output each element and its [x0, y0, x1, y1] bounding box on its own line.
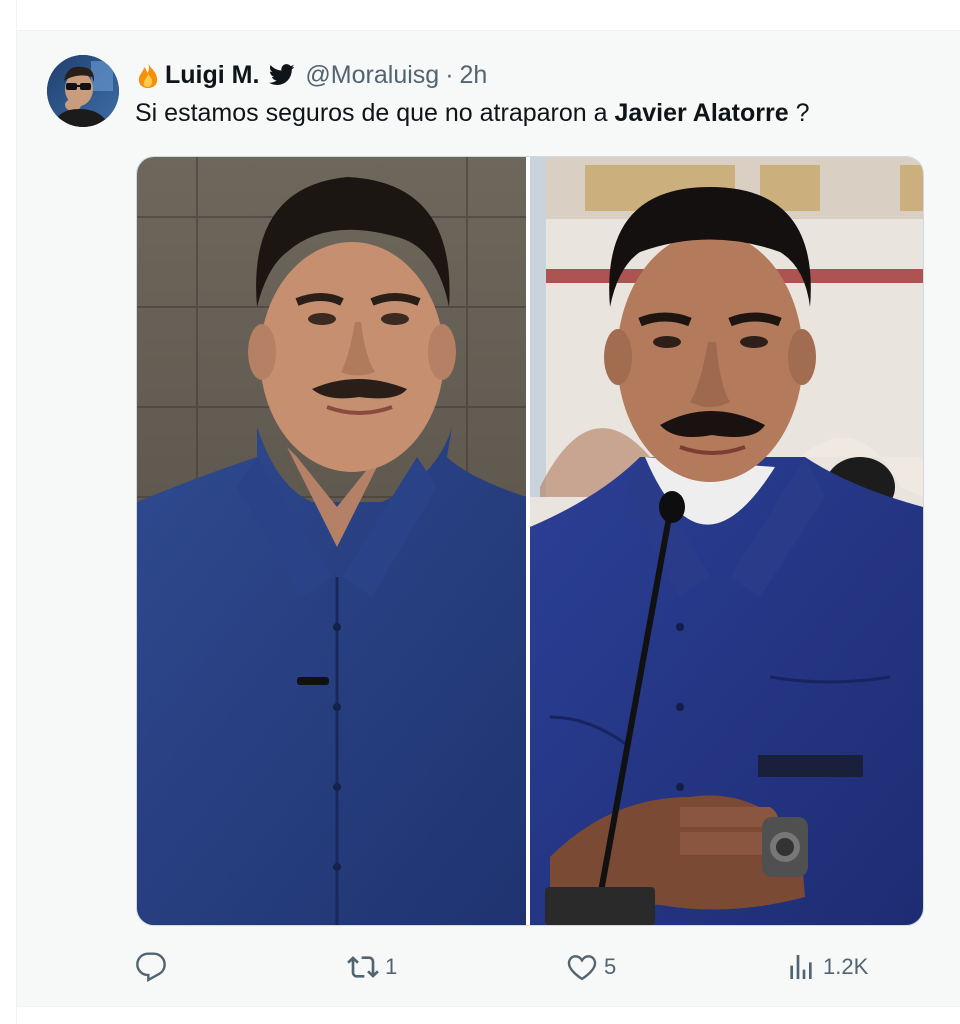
timestamp[interactable]: 2h	[460, 61, 488, 90]
views-count: 1.2K	[823, 954, 869, 979]
retweet-icon	[347, 956, 379, 978]
separator-dot: ·	[445, 60, 454, 89]
views-icon[interactable]	[807, 0, 837, 4]
tweet-text: Si estamos seguros de que no atraparon a…	[135, 99, 810, 128]
heart-icon	[567, 955, 597, 981]
previous-tweet-actions	[17, 0, 960, 31]
heart-icon[interactable]	[597, 0, 615, 4]
avatar[interactable]	[47, 55, 119, 127]
reply-button[interactable]	[135, 947, 173, 987]
tweet-text-prefix: Si estamos seguros de que no atraparon a	[135, 99, 615, 127]
timeline: Luigi M. @Moraluisg · 2h Si estamos segu…	[0, 0, 960, 1024]
media-image-left[interactable]	[137, 157, 526, 925]
tweet-header: Luigi M. @Moraluisg · 2h	[135, 59, 487, 91]
tweet-actions: 1 5 1.2K	[135, 947, 925, 987]
views-icon	[790, 955, 812, 979]
retweet-count: 1	[385, 954, 398, 979]
next-tweet-area	[17, 1007, 960, 1024]
left-rail	[0, 0, 17, 1024]
retweet-button[interactable]: 1	[347, 947, 397, 987]
reply-icon[interactable]	[167, 0, 185, 4]
display-name[interactable]: Luigi M.	[165, 61, 259, 90]
fire-icon	[138, 62, 158, 88]
views-button[interactable]: 1.2K	[785, 947, 868, 987]
tweet-media[interactable]	[136, 156, 924, 926]
tweet-text-bold: Javier Alatorre	[614, 99, 789, 127]
tweet-text-suffix: ?	[788, 99, 810, 127]
handle[interactable]: @Moraluisg	[305, 61, 439, 90]
twitter-bird-icon	[269, 64, 295, 85]
media-image-right[interactable]	[530, 157, 923, 925]
like-count: 5	[604, 954, 617, 979]
tweet[interactable]: Luigi M. @Moraluisg · 2h Si estamos segu…	[17, 31, 960, 1006]
retweet-icon[interactable]	[379, 0, 397, 4]
avatar-image	[47, 55, 119, 127]
like-button[interactable]: 5	[566, 947, 616, 987]
reply-icon	[136, 952, 166, 982]
